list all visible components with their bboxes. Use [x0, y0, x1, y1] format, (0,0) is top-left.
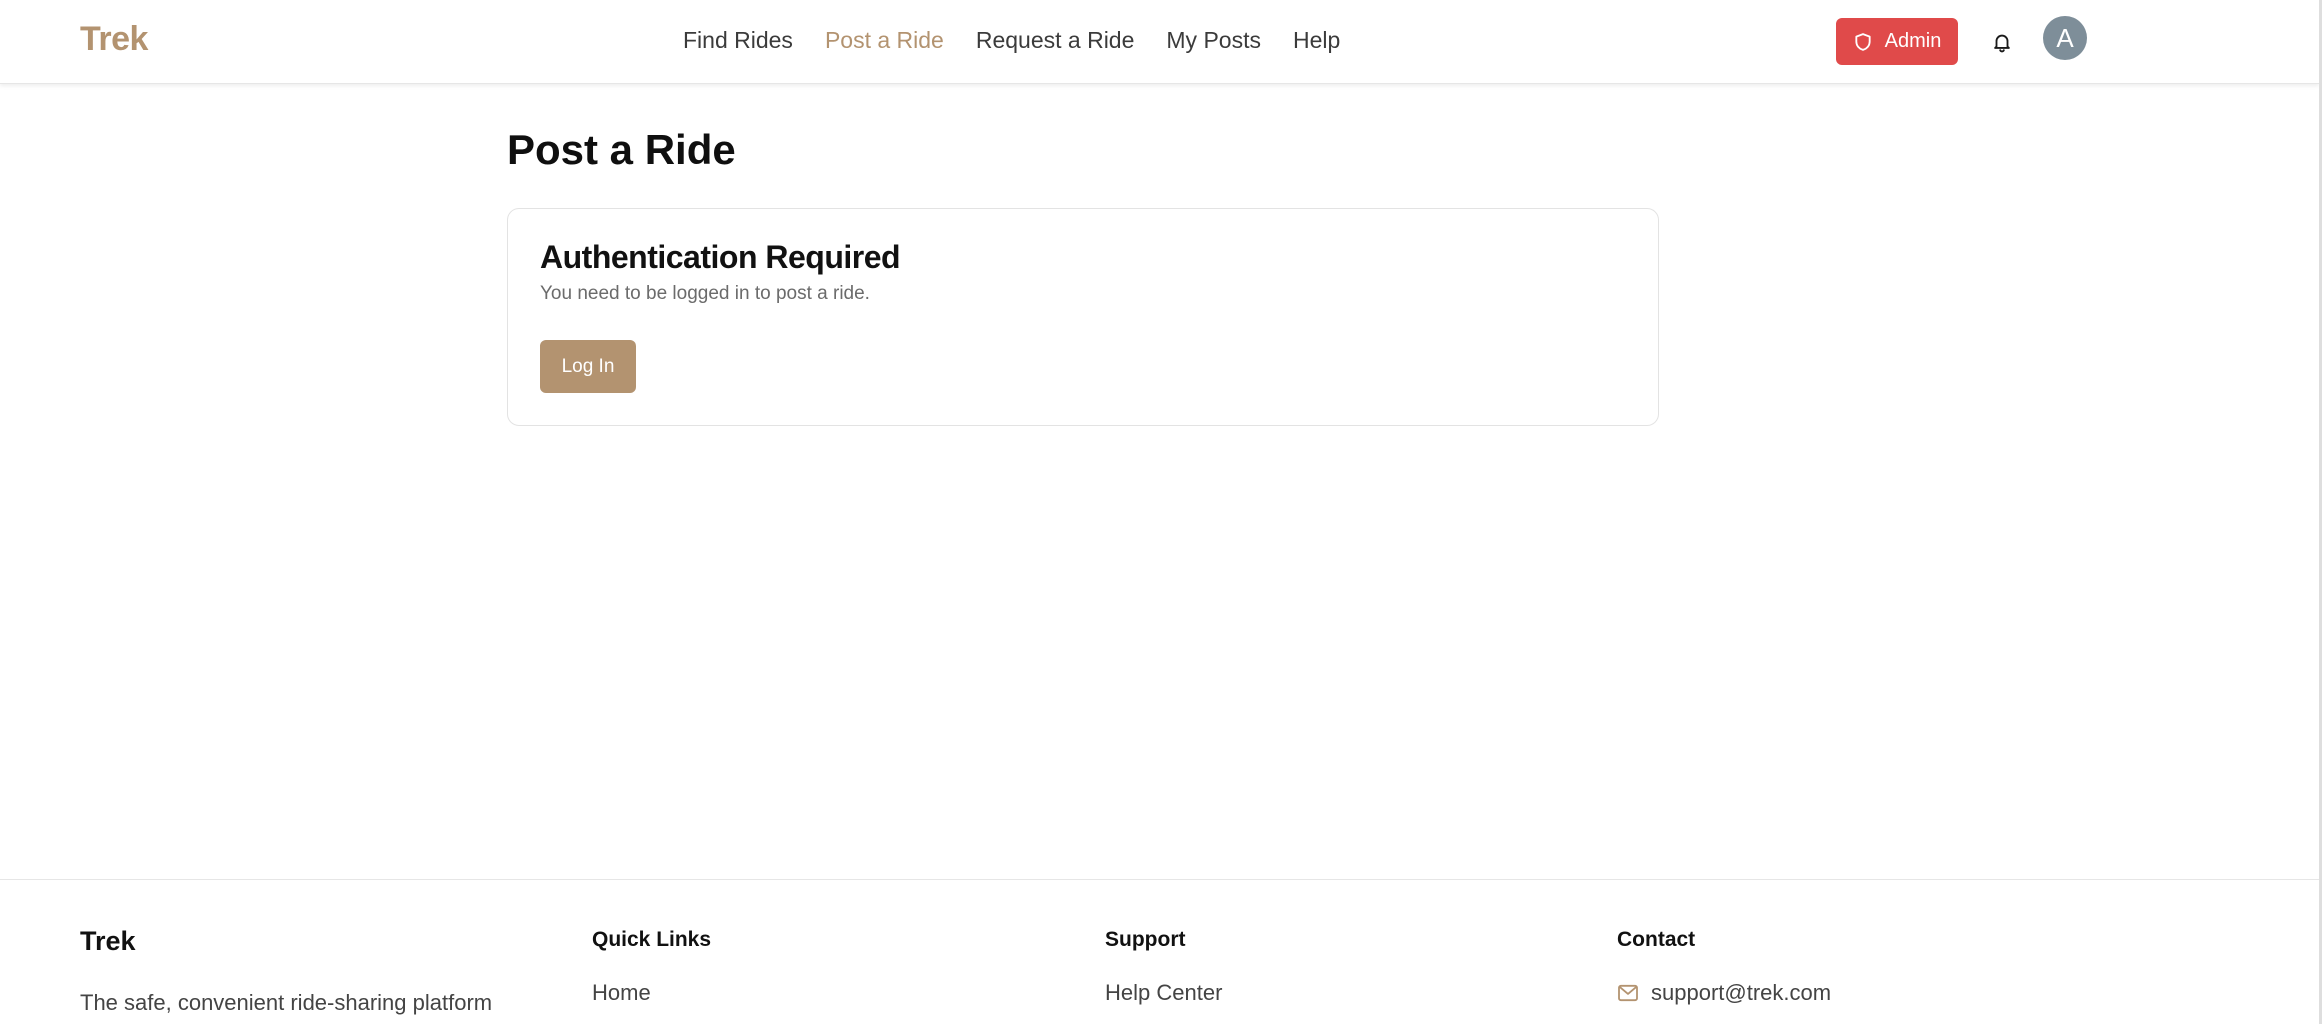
- nav-help[interactable]: Help: [1293, 27, 1340, 54]
- notifications-button[interactable]: [1986, 26, 2018, 58]
- footer-link-home[interactable]: Home: [592, 980, 651, 1006]
- footer-contact-email[interactable]: support@trek.com: [1617, 980, 1831, 1006]
- auth-required-card: Authentication Required You need to be l…: [507, 208, 1659, 426]
- footer-tagline: The safe, convenient ride-sharing platfo…: [80, 990, 493, 1015]
- admin-button-label: Admin: [1884, 30, 1942, 52]
- main-nav: Find Rides Post a Ride Request a Ride My…: [683, 27, 1340, 54]
- logo-link[interactable]: Trek: [80, 20, 148, 59]
- admin-button[interactable]: Admin: [1836, 18, 1958, 65]
- login-button[interactable]: Log In: [540, 340, 636, 393]
- avatar[interactable]: A: [2043, 16, 2087, 60]
- nav-find-rides[interactable]: Find Rides: [683, 27, 793, 54]
- footer-link-help-center[interactable]: Help Center: [1105, 980, 1222, 1006]
- mail-icon: [1618, 984, 1638, 1002]
- nav-my-posts[interactable]: My Posts: [1166, 27, 1261, 54]
- footer-brand: Trek: [80, 926, 136, 956]
- bell-icon: [1994, 34, 2010, 53]
- footer-contact-email-text: support@trek.com: [1651, 980, 1832, 1005]
- nav-post-a-ride[interactable]: Post a Ride: [825, 27, 944, 54]
- page-title: Post a Ride: [507, 126, 736, 173]
- page: Trek Find Rides Post a Ride Request a Ri…: [0, 0, 2322, 1024]
- footer-quick-links-title: Quick Links: [592, 928, 712, 951]
- card-title: Authentication Required: [540, 239, 901, 275]
- card-description: You need to be logged in to post a ride.: [540, 283, 870, 304]
- footer-support-title: Support: [1105, 928, 1186, 951]
- footer-contact-title: Contact: [1617, 928, 1696, 951]
- nav-request-a-ride[interactable]: Request a Ride: [976, 27, 1135, 54]
- shield-icon: [1855, 32, 1871, 51]
- top-navbar: Trek Find Rides Post a Ride Request a Ri…: [0, 0, 2319, 84]
- footer: Trek The safe, convenient ride-sharing p…: [0, 879, 2319, 1024]
